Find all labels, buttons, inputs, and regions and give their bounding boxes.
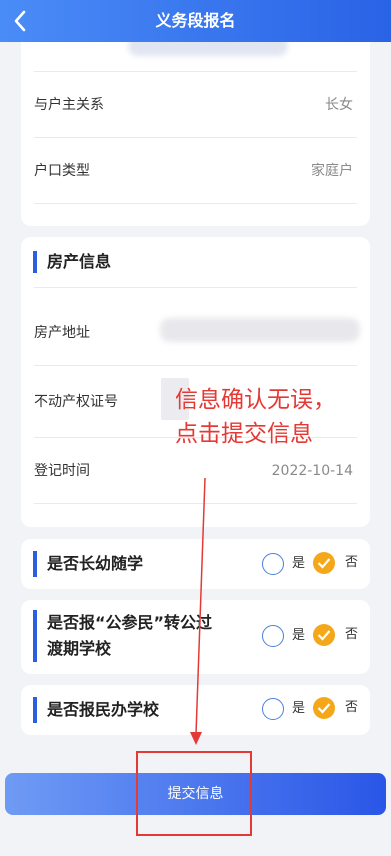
annotation-line2: 点击提交信息 <box>175 421 313 447</box>
radio-yes[interactable] <box>262 625 284 647</box>
question-title: 是否报民办学校 <box>33 697 159 723</box>
annotation-line1: 信息确认无误， <box>175 387 336 413</box>
cert-label: 不动产权证号 <box>34 394 118 410</box>
option-no-label: 否 <box>345 627 359 642</box>
divider <box>34 287 357 288</box>
question-title-line1: 是否报“公参民”转公过 <box>47 613 213 632</box>
radio-no[interactable] <box>313 552 335 574</box>
option-no-label: 否 <box>345 700 359 715</box>
check-icon <box>317 630 331 641</box>
property-section-title: 房产信息 <box>33 251 111 273</box>
submit-button[interactable]: 提交信息 <box>5 773 386 815</box>
question-title: 是否报“公参民”转公过 渡期学校 <box>33 610 212 662</box>
relation-value: 长女 <box>325 97 353 113</box>
annotation-text: 信息确认无误， 点击提交信息 <box>175 383 375 451</box>
option-yes-label: 是 <box>292 701 306 716</box>
question-card-private: 是否报民办学校 是 否 <box>21 685 370 735</box>
radio-no[interactable] <box>313 624 335 646</box>
relation-label: 与户主关系 <box>34 97 104 113</box>
question-card-gongcanmin: 是否报“公参民”转公过 渡期学校 是 否 <box>21 600 370 674</box>
check-icon <box>317 558 331 569</box>
check-icon <box>317 703 331 714</box>
radio-yes[interactable] <box>262 553 284 575</box>
radio-yes[interactable] <box>262 698 284 720</box>
register-label: 登记时间 <box>34 463 90 479</box>
option-no-label: 否 <box>345 555 359 570</box>
radio-no[interactable] <box>313 697 335 719</box>
hukou-type-value: 家庭户 <box>311 163 353 179</box>
property-card: 房产信息 房产地址 不动产权证号 登记时间 2022-10-14 <box>21 237 370 527</box>
hukou-type-row: 户口类型 家庭户 <box>34 138 357 204</box>
option-yes-label: 是 <box>292 556 306 571</box>
question-card-sibling: 是否长幼随学 是 否 <box>21 539 370 589</box>
hukou-type-label: 户口类型 <box>34 163 90 179</box>
relation-row: 与户主关系 长女 <box>34 72 357 138</box>
page-title: 义务段报名 <box>155 11 236 30</box>
blurred-region <box>160 318 360 342</box>
option-yes-label: 是 <box>292 628 306 643</box>
question-title-line2: 渡期学校 <box>47 639 112 658</box>
app-header: 义务段报名 <box>0 0 391 42</box>
address-label: 房产地址 <box>34 325 90 341</box>
question-title: 是否长幼随学 <box>33 551 143 577</box>
